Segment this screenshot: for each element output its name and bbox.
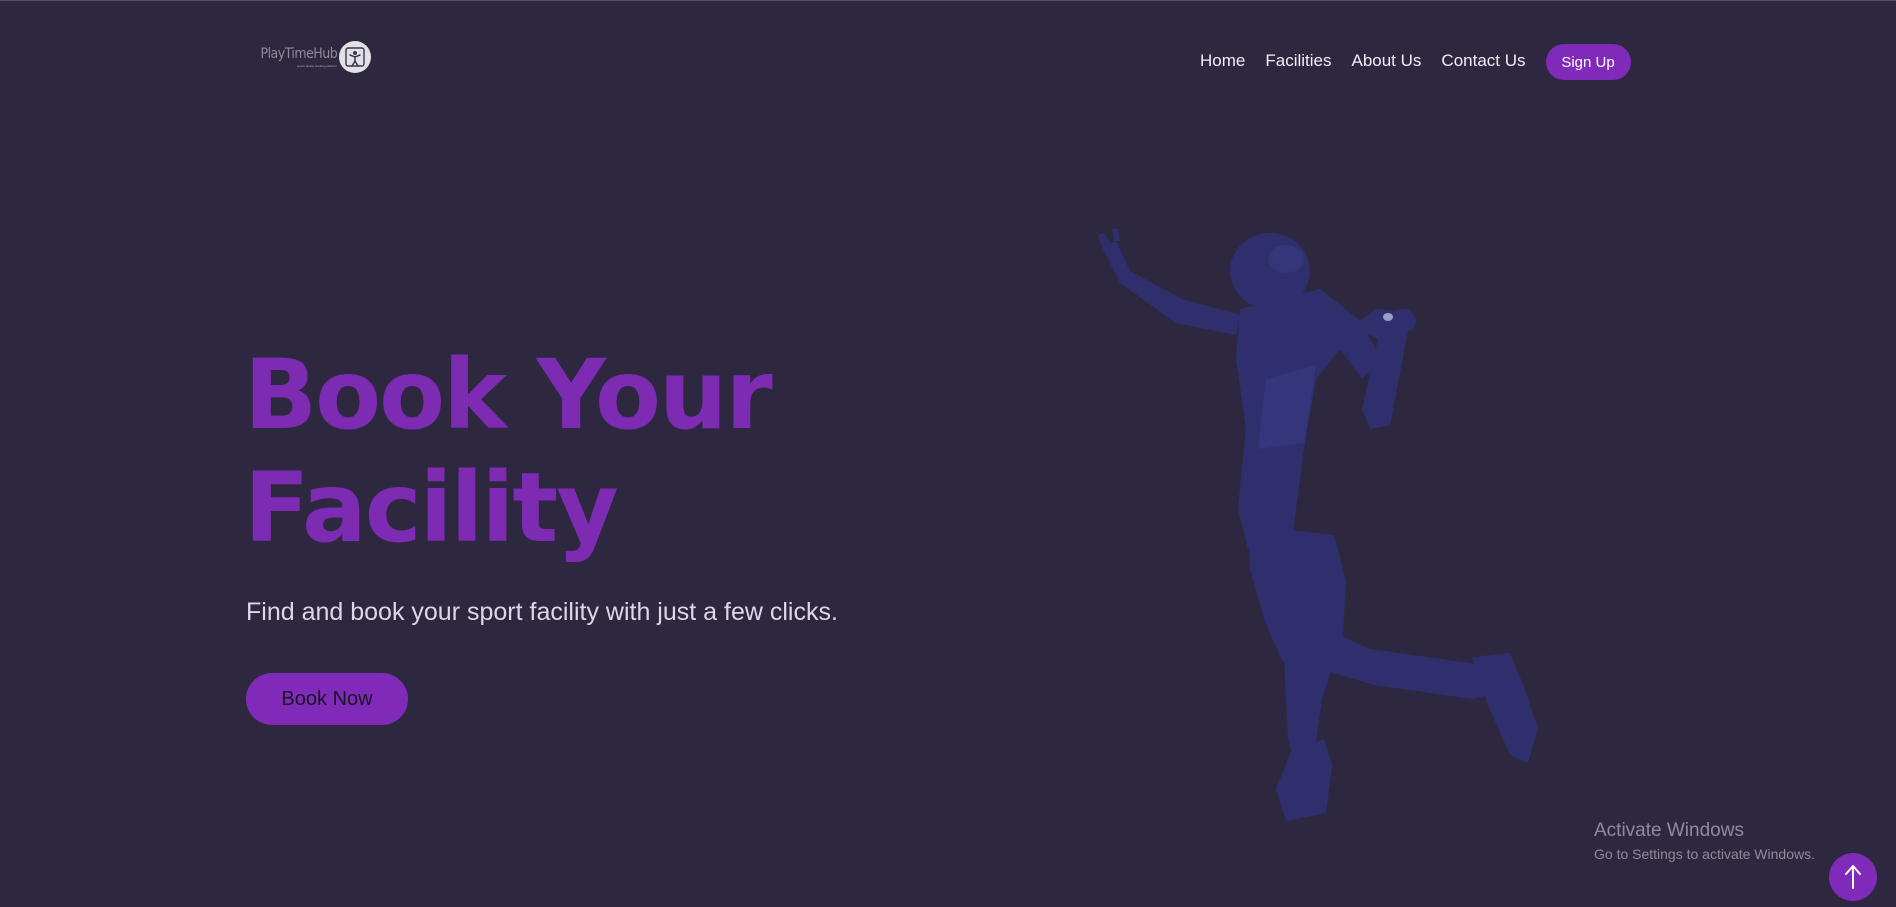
hero-subtitle: Find and book your sport facility with j… [246,598,838,626]
nav-facilities[interactable]: Facilities [1265,50,1331,72]
book-now-button[interactable]: Book Now [246,673,408,725]
watermark-subtitle: Go to Settings to activate Windows. [1594,846,1815,862]
athlete-icon [339,41,372,73]
nav-contact-us[interactable]: Contact Us [1441,50,1525,72]
brand-name: PlayTimeHub [260,45,338,62]
nav-home[interactable]: Home [1200,50,1245,72]
hero-title-line-2: Facility [244,452,619,564]
windows-activation-watermark: Activate Windows Go to Settings to activ… [1594,820,1815,863]
main-nav: Home Facilities About Us Contact Us Sign… [1200,42,1631,80]
nav-about-us[interactable]: About Us [1351,50,1421,72]
scroll-to-top-button[interactable] [1829,853,1877,901]
brand-tagline: sports facility booking platform [296,63,338,68]
logo-wordmark: PlayTimeHub sports facility booking plat… [252,45,338,68]
sign-up-button[interactable]: Sign Up [1545,44,1631,80]
arrow-up-icon [1845,865,1861,889]
hero-title: Book Your Facility [244,339,773,565]
badminton-player-illustration [1098,229,1538,821]
hero-title-line-1: Book Your [244,339,773,451]
logo[interactable]: PlayTimeHub sports facility booking plat… [252,41,372,73]
watermark-title: Activate Windows [1594,820,1744,841]
